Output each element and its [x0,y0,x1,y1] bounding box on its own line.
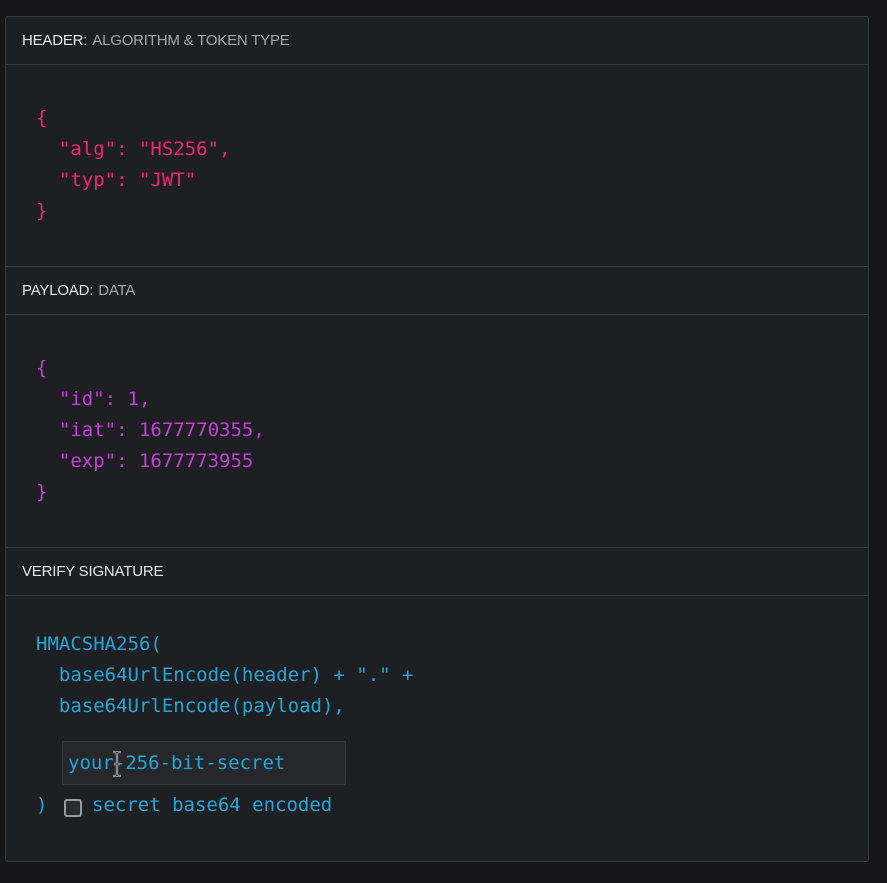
signature-title: VERIFY SIGNATURE [22,563,164,580]
secret-base64-label[interactable]: secret base64 encoded [92,790,332,821]
header-title: HEADER: [22,32,88,49]
payload-json-editor[interactable]: { "id": 1, "iat": 1677770355, "exp": 167… [36,353,265,508]
signature-code: HMACSHA256( base64UrlEncode(header) + ".… [36,633,414,717]
signature-section-title: VERIFY SIGNATURE [6,548,868,596]
header-json-editor[interactable]: { "alg": "HS256", "typ": "JWT" } [36,103,230,227]
payload-title: PAYLOAD: [22,282,94,299]
secret-base64-checkbox[interactable] [64,799,82,817]
header-section-title: HEADER: ALGORITHM & TOKEN TYPE [6,17,868,65]
header-subtitle: ALGORITHM & TOKEN TYPE [92,32,290,49]
payload-section-title: PAYLOAD: DATA [6,267,868,315]
payload-subtitle: DATA [98,282,136,299]
secret-input[interactable] [62,741,346,785]
jwt-decoded-panel: HEADER: ALGORITHM & TOKEN TYPE { "alg": … [5,16,869,862]
close-paren: ) [36,794,48,816]
